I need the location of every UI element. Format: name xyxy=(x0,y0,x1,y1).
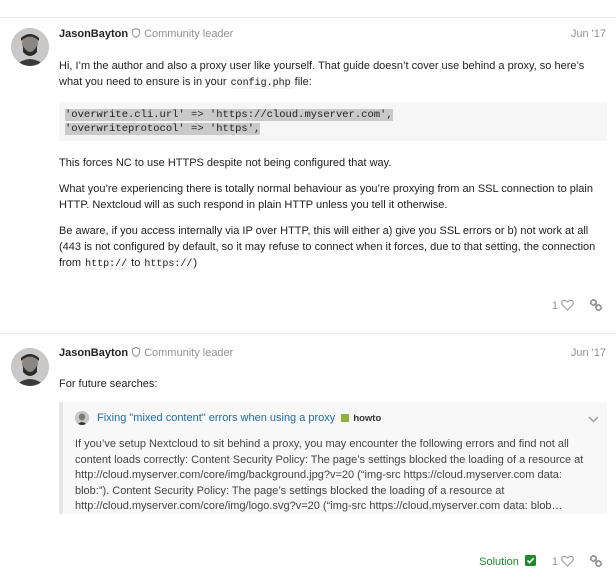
post-actions: Solution 1 xyxy=(479,553,603,571)
link-icon[interactable] xyxy=(589,298,603,314)
inline-code: http:// xyxy=(84,259,129,270)
username[interactable]: JasonBayton xyxy=(59,28,128,40)
inline-code: config.php xyxy=(229,78,292,89)
like-count[interactable]: 1 xyxy=(552,300,558,312)
heart-icon[interactable] xyxy=(561,555,574,570)
chevron-down-icon[interactable] xyxy=(588,414,599,426)
user-role: Community leader xyxy=(144,28,234,40)
link-icon[interactable] xyxy=(589,554,603,570)
paragraph: For future searches: xyxy=(59,378,158,390)
user-role: Community leader xyxy=(144,347,234,359)
paragraph: What you’re experiencing there is totall… xyxy=(59,183,593,211)
quote-header: Fixing "mixed content" errors when using… xyxy=(75,410,595,426)
shield-icon xyxy=(132,27,141,41)
check-icon[interactable] xyxy=(524,555,536,569)
onebox-quote: Fixing "mixed content" errors when using… xyxy=(59,402,607,514)
post-actions: 1 xyxy=(552,297,603,315)
paragraph: Be aware, if you access internally via I… xyxy=(59,225,596,270)
solution-label[interactable]: Solution xyxy=(479,556,519,568)
post-body: For future searches: Fixing "mixed conte… xyxy=(59,376,607,514)
category-name[interactable]: howto xyxy=(353,413,381,424)
heart-icon[interactable] xyxy=(561,299,574,314)
quote-title-link[interactable]: Fixing "mixed content" errors when using… xyxy=(97,412,335,424)
shield-icon xyxy=(132,346,141,360)
post-1: JasonBayton Community leader Jun '17 Hi,… xyxy=(0,17,616,342)
paragraph: Hi, I’m the author and also a proxy user… xyxy=(59,60,585,89)
like-count[interactable]: 1 xyxy=(552,556,558,568)
post-meta: JasonBayton Community leader Jun '17 xyxy=(59,26,609,42)
quote-avatar xyxy=(75,411,89,425)
code-line: 'overwriteprotocol' => 'https', xyxy=(65,123,261,135)
avatar[interactable] xyxy=(11,348,49,386)
code-block: 'overwrite.cli.url' => 'https://cloud.my… xyxy=(59,102,607,141)
avatar[interactable] xyxy=(11,28,49,66)
category-badge xyxy=(341,414,350,422)
post-2: JasonBayton Community leader Jun '17 For… xyxy=(0,333,616,582)
post-date[interactable]: Jun '17 xyxy=(571,28,606,40)
post-body: Hi, I’m the author and also a proxy user… xyxy=(59,58,607,283)
paragraph: This forces NC to use HTTPS despite not … xyxy=(59,157,392,169)
post-meta: JasonBayton Community leader Jun '17 xyxy=(59,345,609,361)
inline-code: https:// xyxy=(143,259,194,270)
username[interactable]: JasonBayton xyxy=(59,347,128,359)
code-line: 'overwrite.cli.url' => 'https://cloud.my… xyxy=(65,109,393,121)
post-date[interactable]: Jun '17 xyxy=(571,347,606,359)
quote-text: If you’ve setup Nextcloud to sit behind … xyxy=(75,438,584,512)
